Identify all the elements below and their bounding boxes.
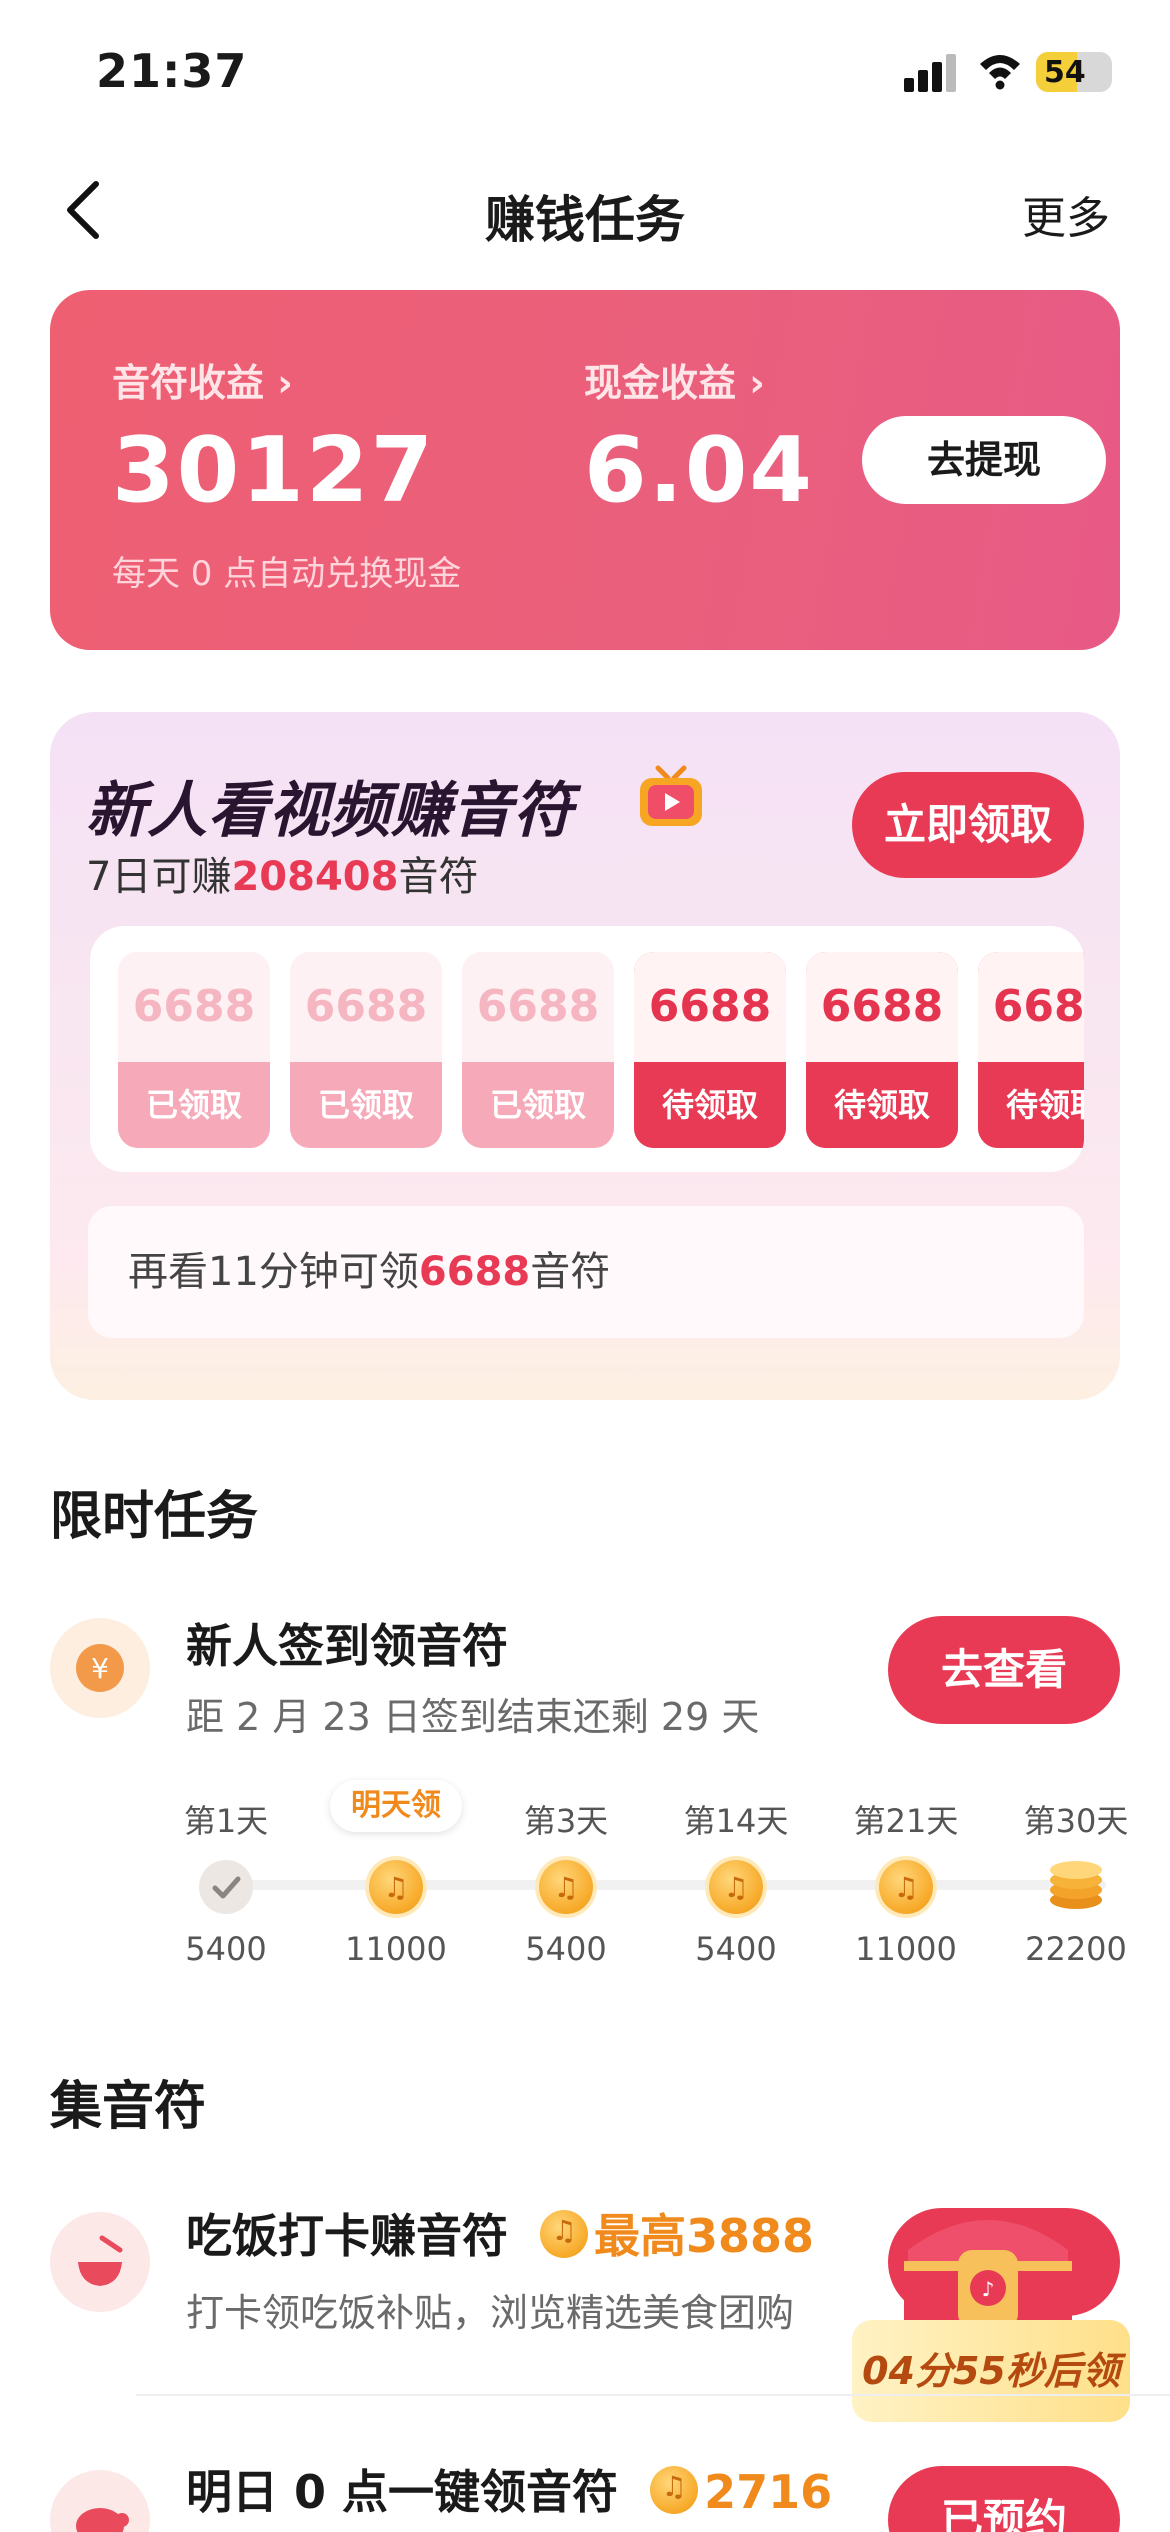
music-coin-icon: ♫ <box>539 1860 593 1914</box>
tv-video-icon <box>640 765 702 826</box>
cash-income-value: 6.04 <box>584 418 815 523</box>
music-coin-icon: ♫ <box>879 1860 933 1914</box>
timeline-value: 11000 <box>345 1930 447 1968</box>
svg-text:♫: ♫ <box>383 1871 408 1904</box>
new-user-title: 新人看视频赚音符 <box>86 776 574 846</box>
music-coin-icon <box>540 2210 589 2258</box>
claim-now-button[interactable]: 立即领取 <box>852 772 1084 878</box>
subtitle-prefix: 7日可赚 <box>86 854 232 900</box>
reward-day-1[interactable]: 6688 已领取 <box>118 952 270 1148</box>
limited-tasks-title: 限时任务 <box>50 1487 259 1547</box>
reward-amount: 6688 <box>978 952 1084 1062</box>
reward-amount: 6688 <box>806 952 958 1062</box>
timeline-track <box>226 1880 1106 1890</box>
meal-task-title: 吃饭打卡赚音符 <box>186 2209 508 2263</box>
wifi-icon <box>980 55 1020 90</box>
subtitle-suffix: 音符 <box>398 854 479 900</box>
subtitle-amount: 208408 <box>231 854 399 900</box>
signal-icon <box>904 52 958 92</box>
collect-notes-title: 集音符 <box>50 2077 207 2137</box>
exchange-note: 每天 0 点自动兑换现金 <box>112 554 462 594</box>
chest-countdown[interactable]: 04分55秒后领 <box>852 2320 1130 2422</box>
check-icon <box>199 1860 253 1914</box>
reward-day-3[interactable]: 6688 已领取 <box>462 952 614 1148</box>
battery-icon: 54 <box>1036 52 1112 92</box>
reward-status: 待领取 <box>806 1062 958 1148</box>
reward-amount: 6688 <box>290 952 442 1062</box>
tomorrow-badge: 明天领 <box>330 1780 462 1832</box>
reward-day-6[interactable]: 6688 待领取 <box>978 952 1084 1148</box>
more-button[interactable]: 更多 <box>1022 182 1110 246</box>
svg-text:♫: ♫ <box>893 1871 918 1904</box>
meal-checkin-task: 吃饭打卡赚音符 最高3888 <box>186 2200 814 2266</box>
timeline-day: 第30天 <box>1023 1802 1129 1840</box>
tip-amount: 6688 <box>418 1249 531 1295</box>
svg-text:♫: ♫ <box>553 1871 578 1904</box>
battery-level: 54 <box>1044 55 1086 90</box>
reward-amount: 6688 <box>118 952 270 1062</box>
music-coin-icon <box>650 2466 699 2514</box>
signin-task-subtitle: 距 2 月 23 日签到结束还剩 29 天 <box>186 1695 760 1739</box>
timeline-day: 第1天 <box>183 1802 269 1840</box>
meal-task-reward: 最高3888 <box>594 2209 815 2263</box>
music-coin-icon: ♫ <box>709 1860 763 1914</box>
earnings-card: 音符收益 › 30127 现金收益 › 6.04 每天 0 点自动兑换现金 去提… <box>50 290 1120 650</box>
coin-stack-icon <box>1043 1850 1109 1916</box>
svg-text:¥: ¥ <box>91 1652 109 1685</box>
tip-suffix: 音符 <box>530 1249 611 1295</box>
page-title: 赚钱任务 <box>485 191 685 249</box>
signin-task-title: 新人签到领音符 <box>186 1619 508 1673</box>
status-time: 21:37 <box>96 44 248 98</box>
withdraw-button[interactable]: 去提现 <box>862 416 1106 504</box>
reward-status: 待领取 <box>978 1062 1084 1148</box>
cash-income-link[interactable]: 现金收益 › <box>584 352 765 407</box>
timeline-day: 第14天 <box>683 1802 789 1840</box>
timeline-value: 22200 <box>1025 1930 1127 1968</box>
status-bar: 21:37 54 <box>0 0 1170 150</box>
reserved-button[interactable]: 已预约 <box>888 2466 1120 2532</box>
rice-bowl-icon <box>50 2212 150 2312</box>
tip-prefix: 再看11分钟可领 <box>128 1249 419 1295</box>
tomorrow-claim-task: 明日 0 点一键领音符 2716 <box>186 2456 832 2522</box>
new-user-card: 新人看视频赚音符 7日可赚208408音符 立即领取 6688 已领取 6688… <box>50 712 1120 1400</box>
tomorrow-task-reward: 2716 <box>704 2465 833 2519</box>
list-divider <box>136 2394 1170 2396</box>
timeline-value: 5400 <box>185 1930 267 1968</box>
notes-income-link[interactable]: 音符收益 › <box>112 352 293 407</box>
reward-status: 已领取 <box>118 1062 270 1148</box>
yuan-coin-icon: ¥ <box>50 1618 150 1718</box>
watch-progress-tip: 再看11分钟可领6688音符 <box>88 1206 1084 1338</box>
tomorrow-task-title: 明日 0 点一键领音符 <box>186 2465 619 2519</box>
timeline-value: 11000 <box>855 1930 957 1968</box>
new-user-subtitle: 7日可赚208408音符 <box>86 844 478 902</box>
reward-day-strip[interactable]: 6688 已领取 6688 已领取 6688 已领取 6688 待领取 6688… <box>90 926 1084 1172</box>
timeline-value: 5400 <box>525 1930 607 1968</box>
reward-status: 已领取 <box>290 1062 442 1148</box>
timeline-day: 第3天 <box>523 1802 609 1840</box>
timeline-value: 5400 <box>695 1930 777 1968</box>
screen: 21:37 54 赚钱任务 更多 音符收益 › 30127 现金收益 › 6.0… <box>0 0 1170 2532</box>
nav-bar: 赚钱任务 更多 <box>0 150 1170 270</box>
svg-text:♪: ♪ <box>982 2277 995 2301</box>
reward-day-4[interactable]: 6688 待领取 <box>634 952 786 1148</box>
reward-amount: 6688 <box>634 952 786 1062</box>
reward-amount: 6688 <box>462 952 614 1062</box>
reward-status: 已领取 <box>462 1062 614 1148</box>
reward-status: 待领取 <box>634 1062 786 1148</box>
piggy-bank-icon <box>50 2470 150 2532</box>
reward-day-5[interactable]: 6688 待领取 <box>806 952 958 1148</box>
music-coin-icon: ♫ <box>369 1860 423 1914</box>
signin-timeline: 明天领 第1天 5400 ♫ 11000 第3天 ♫ 5400 第14天 ♫ 5… <box>0 1780 1170 1980</box>
notes-income-value: 30127 <box>112 418 436 523</box>
svg-text:♫: ♫ <box>723 1871 748 1904</box>
timeline-day: 第21天 <box>853 1802 959 1840</box>
view-signin-button[interactable]: 去查看 <box>888 1616 1120 1724</box>
meal-task-subtitle: 打卡领吃饭补贴，浏览精选美食团购 <box>186 2291 795 2335</box>
reward-day-2[interactable]: 6688 已领取 <box>290 952 442 1148</box>
